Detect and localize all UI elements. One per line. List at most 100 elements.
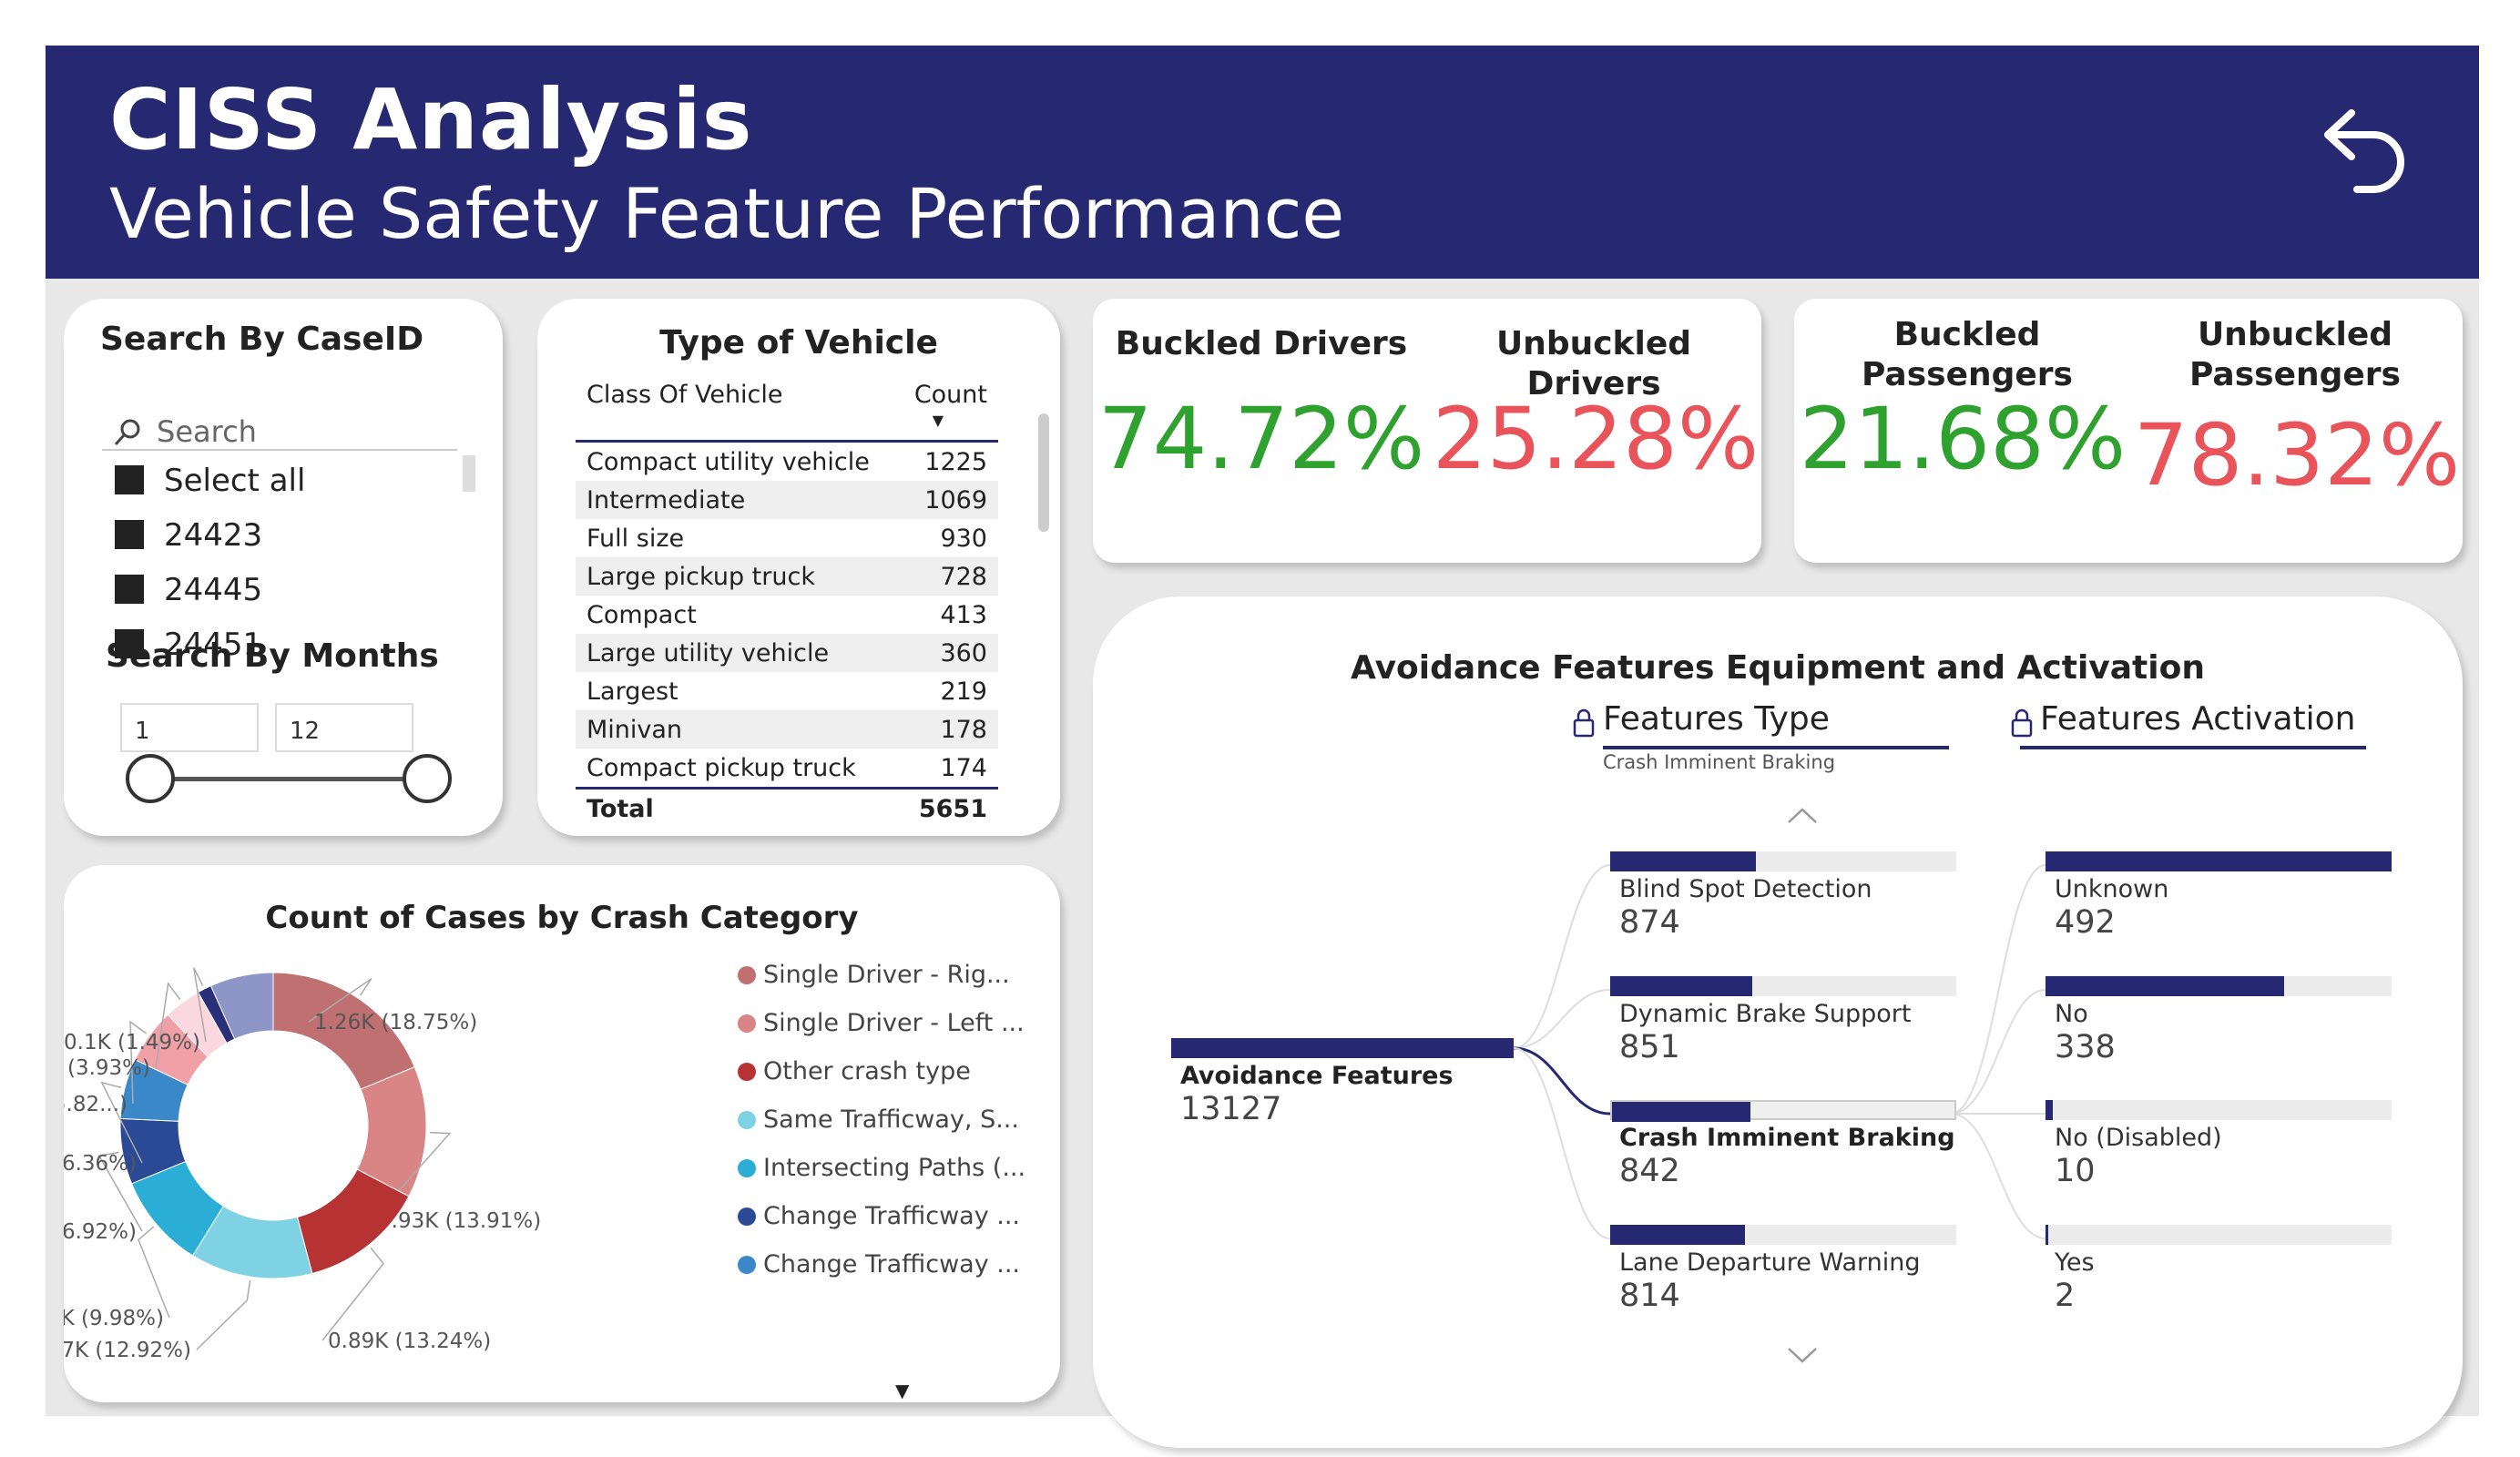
legend-item[interactable]: Other crash type bbox=[738, 1057, 1025, 1105]
vehicle-count-cell: 219 bbox=[940, 678, 987, 706]
checkbox[interactable] bbox=[115, 465, 144, 494]
column-header-class[interactable]: Class Of Vehicle bbox=[587, 381, 783, 409]
column-header-count[interactable]: Count bbox=[914, 381, 987, 409]
table-row[interactable]: Compact 413 bbox=[576, 596, 998, 634]
page-title: CISS Analysis bbox=[109, 71, 753, 168]
table-row[interactable]: Compact utility vehicle 1225 bbox=[576, 443, 998, 481]
chart-legend: Single Driver - Rig... Single Driver - Le… bbox=[738, 961, 1025, 1299]
crash-category-donut-chart: 1.26K (18.75%) 0.93K (13.91%) 0.89K (13.24… bbox=[64, 967, 541, 1362]
feature-type-node-label[interactable]: Blind Spot Detection bbox=[1619, 875, 1872, 903]
search-card: Search By CaseID Search Select all 24423… bbox=[64, 299, 503, 836]
feature-type-node-bar[interactable] bbox=[1610, 851, 1956, 871]
bar-fill bbox=[1171, 1038, 1514, 1058]
activation-node-label[interactable]: Unknown bbox=[2055, 875, 2168, 903]
unbuckled-passengers-label: Unbuckled Passengers bbox=[2189, 316, 2401, 393]
back-arrow-icon[interactable] bbox=[2310, 93, 2419, 202]
root-node-value: 13127 bbox=[1180, 1091, 1282, 1127]
legend-label: Single Driver - Left ... bbox=[763, 1009, 1025, 1037]
activation-node-bar[interactable] bbox=[2046, 1225, 2392, 1245]
legend-item[interactable]: Same Trafficway, S... bbox=[738, 1105, 1025, 1154]
page-subtitle: Vehicle Safety Feature Performance bbox=[109, 173, 1345, 254]
search-months-title: Search By Months bbox=[106, 637, 439, 675]
legend-label: Other crash type bbox=[763, 1057, 971, 1085]
checkbox[interactable] bbox=[115, 575, 144, 604]
legend-label: Single Driver - Rig... bbox=[763, 961, 1010, 989]
checkbox[interactable] bbox=[115, 520, 144, 549]
caseid-option[interactable]: 24423 bbox=[115, 517, 262, 561]
table-row[interactable]: Intermediate 1069 bbox=[576, 481, 998, 519]
bar-fill bbox=[1610, 976, 1752, 996]
activation-node-label[interactable]: No bbox=[2055, 1000, 2088, 1028]
table-row[interactable]: Largest 219 bbox=[576, 672, 998, 710]
root-node-label[interactable]: Avoidance Features bbox=[1180, 1062, 1454, 1090]
bar-fill bbox=[1610, 851, 1756, 871]
caseid-option-select-all[interactable]: Select all bbox=[115, 463, 305, 506]
total-label: Total bbox=[587, 795, 654, 823]
crash-category-card: Count of Cases by Crash Category 1.26K (… bbox=[64, 865, 1060, 1402]
leader-line bbox=[138, 1226, 170, 1319]
legend-label: Intersecting Paths (... bbox=[763, 1154, 1026, 1182]
vehicle-type-table: Class Of Vehicle Count ▼ Compact utility… bbox=[576, 372, 998, 827]
feature-type-node-bar[interactable] bbox=[1610, 976, 1956, 996]
feature-type-node-label[interactable]: Crash Imminent Braking bbox=[1619, 1124, 1955, 1152]
vehicle-class-cell: Large utility vehicle bbox=[587, 639, 830, 667]
caseid-list-scrollbar[interactable] bbox=[463, 455, 475, 492]
feature-type-node-bar[interactable] bbox=[1610, 1100, 1956, 1122]
table-row[interactable]: Full size 930 bbox=[576, 519, 998, 557]
legend-label: Change Trafficway ... bbox=[763, 1202, 1021, 1230]
activation-node-value: 338 bbox=[2055, 1029, 2116, 1065]
caret-down-icon[interactable]: ▼ bbox=[895, 1380, 909, 1401]
table-scrollbar[interactable] bbox=[1038, 413, 1049, 532]
caseid-option[interactable]: 24445 bbox=[115, 572, 262, 616]
feature-type-node-label[interactable]: Lane Departure Warning bbox=[1619, 1248, 1921, 1277]
feature-type-node-value: 814 bbox=[1619, 1278, 1680, 1314]
buckled-drivers-value: 74.72% bbox=[1097, 390, 1425, 489]
slice-data-label: 0.47K (6.92%) bbox=[64, 1220, 137, 1244]
vehicle-class-cell: Compact utility vehicle bbox=[587, 448, 870, 476]
legend-item[interactable]: Change Trafficway ... bbox=[738, 1250, 1025, 1299]
activation-node-bar[interactable] bbox=[2046, 1100, 2392, 1120]
activation-node-bar[interactable] bbox=[2046, 976, 2392, 996]
month-to-input[interactable]: 12 bbox=[275, 703, 413, 752]
legend-item[interactable]: Change Trafficway ... bbox=[738, 1202, 1025, 1250]
legend-label: Same Trafficway, S... bbox=[763, 1105, 1019, 1134]
bar-fill bbox=[1612, 1102, 1750, 1122]
month-from-input[interactable]: 1 bbox=[120, 703, 259, 752]
legend-label: Change Trafficway ... bbox=[763, 1250, 1021, 1279]
root-node-bar[interactable] bbox=[1171, 1038, 1514, 1058]
legend-item[interactable]: Intersecting Paths (... bbox=[738, 1154, 1025, 1202]
legend-item[interactable]: Single Driver - Left ... bbox=[738, 1009, 1025, 1057]
legend-swatch bbox=[738, 1159, 756, 1177]
sort-desc-icon: ▼ bbox=[932, 412, 944, 429]
feature-type-node-bar[interactable] bbox=[1610, 1225, 1956, 1245]
table-total-row: Total 5651 bbox=[576, 787, 998, 827]
slice-data-label: 0.39K (5.82...) bbox=[64, 1093, 128, 1116]
month-slider-track[interactable] bbox=[164, 777, 442, 781]
legend-swatch bbox=[738, 1256, 756, 1274]
slice-data-label: 0.26K (3.93%) bbox=[64, 1056, 150, 1080]
feature-type-node-label[interactable]: Dynamic Brake Support bbox=[1619, 1000, 1911, 1028]
legend-swatch bbox=[738, 1014, 756, 1033]
activation-node-label[interactable]: Yes bbox=[2055, 1248, 2095, 1277]
vehicle-type-title: Type of Vehicle bbox=[659, 324, 938, 362]
legend-item[interactable]: Single Driver - Rig... bbox=[738, 961, 1025, 1009]
table-row[interactable]: Large pickup truck 728 bbox=[576, 557, 998, 596]
activation-node-bar[interactable] bbox=[2046, 851, 2392, 871]
vehicle-class-cell: Large pickup truck bbox=[587, 563, 815, 591]
table-header: Class Of Vehicle Count ▼ bbox=[576, 372, 998, 443]
feature-type-node-value: 842 bbox=[1619, 1153, 1680, 1189]
leader-line bbox=[196, 1280, 251, 1350]
table-row[interactable]: Compact pickup truck 174 bbox=[576, 749, 998, 787]
vehicle-count-cell: 1069 bbox=[924, 486, 987, 515]
month-slider-end-handle[interactable] bbox=[403, 754, 452, 803]
month-slider-start-handle[interactable] bbox=[126, 754, 175, 803]
driver-kpi-card: Buckled Drivers 74.72% Unbuckled Drivers… bbox=[1093, 299, 1761, 563]
buckled-passengers-label: Buckled Passengers bbox=[1862, 316, 2073, 393]
table-row[interactable]: Minivan 178 bbox=[576, 710, 998, 749]
bar-fill bbox=[2046, 1100, 2053, 1120]
vehicle-count-cell: 178 bbox=[940, 716, 987, 744]
table-row[interactable]: Large utility vehicle 360 bbox=[576, 634, 998, 672]
activation-node-label[interactable]: No (Disabled) bbox=[2055, 1124, 2222, 1152]
search-caseid-title: Search By CaseID bbox=[100, 321, 424, 358]
caseid-search-input[interactable]: Search bbox=[102, 413, 457, 451]
